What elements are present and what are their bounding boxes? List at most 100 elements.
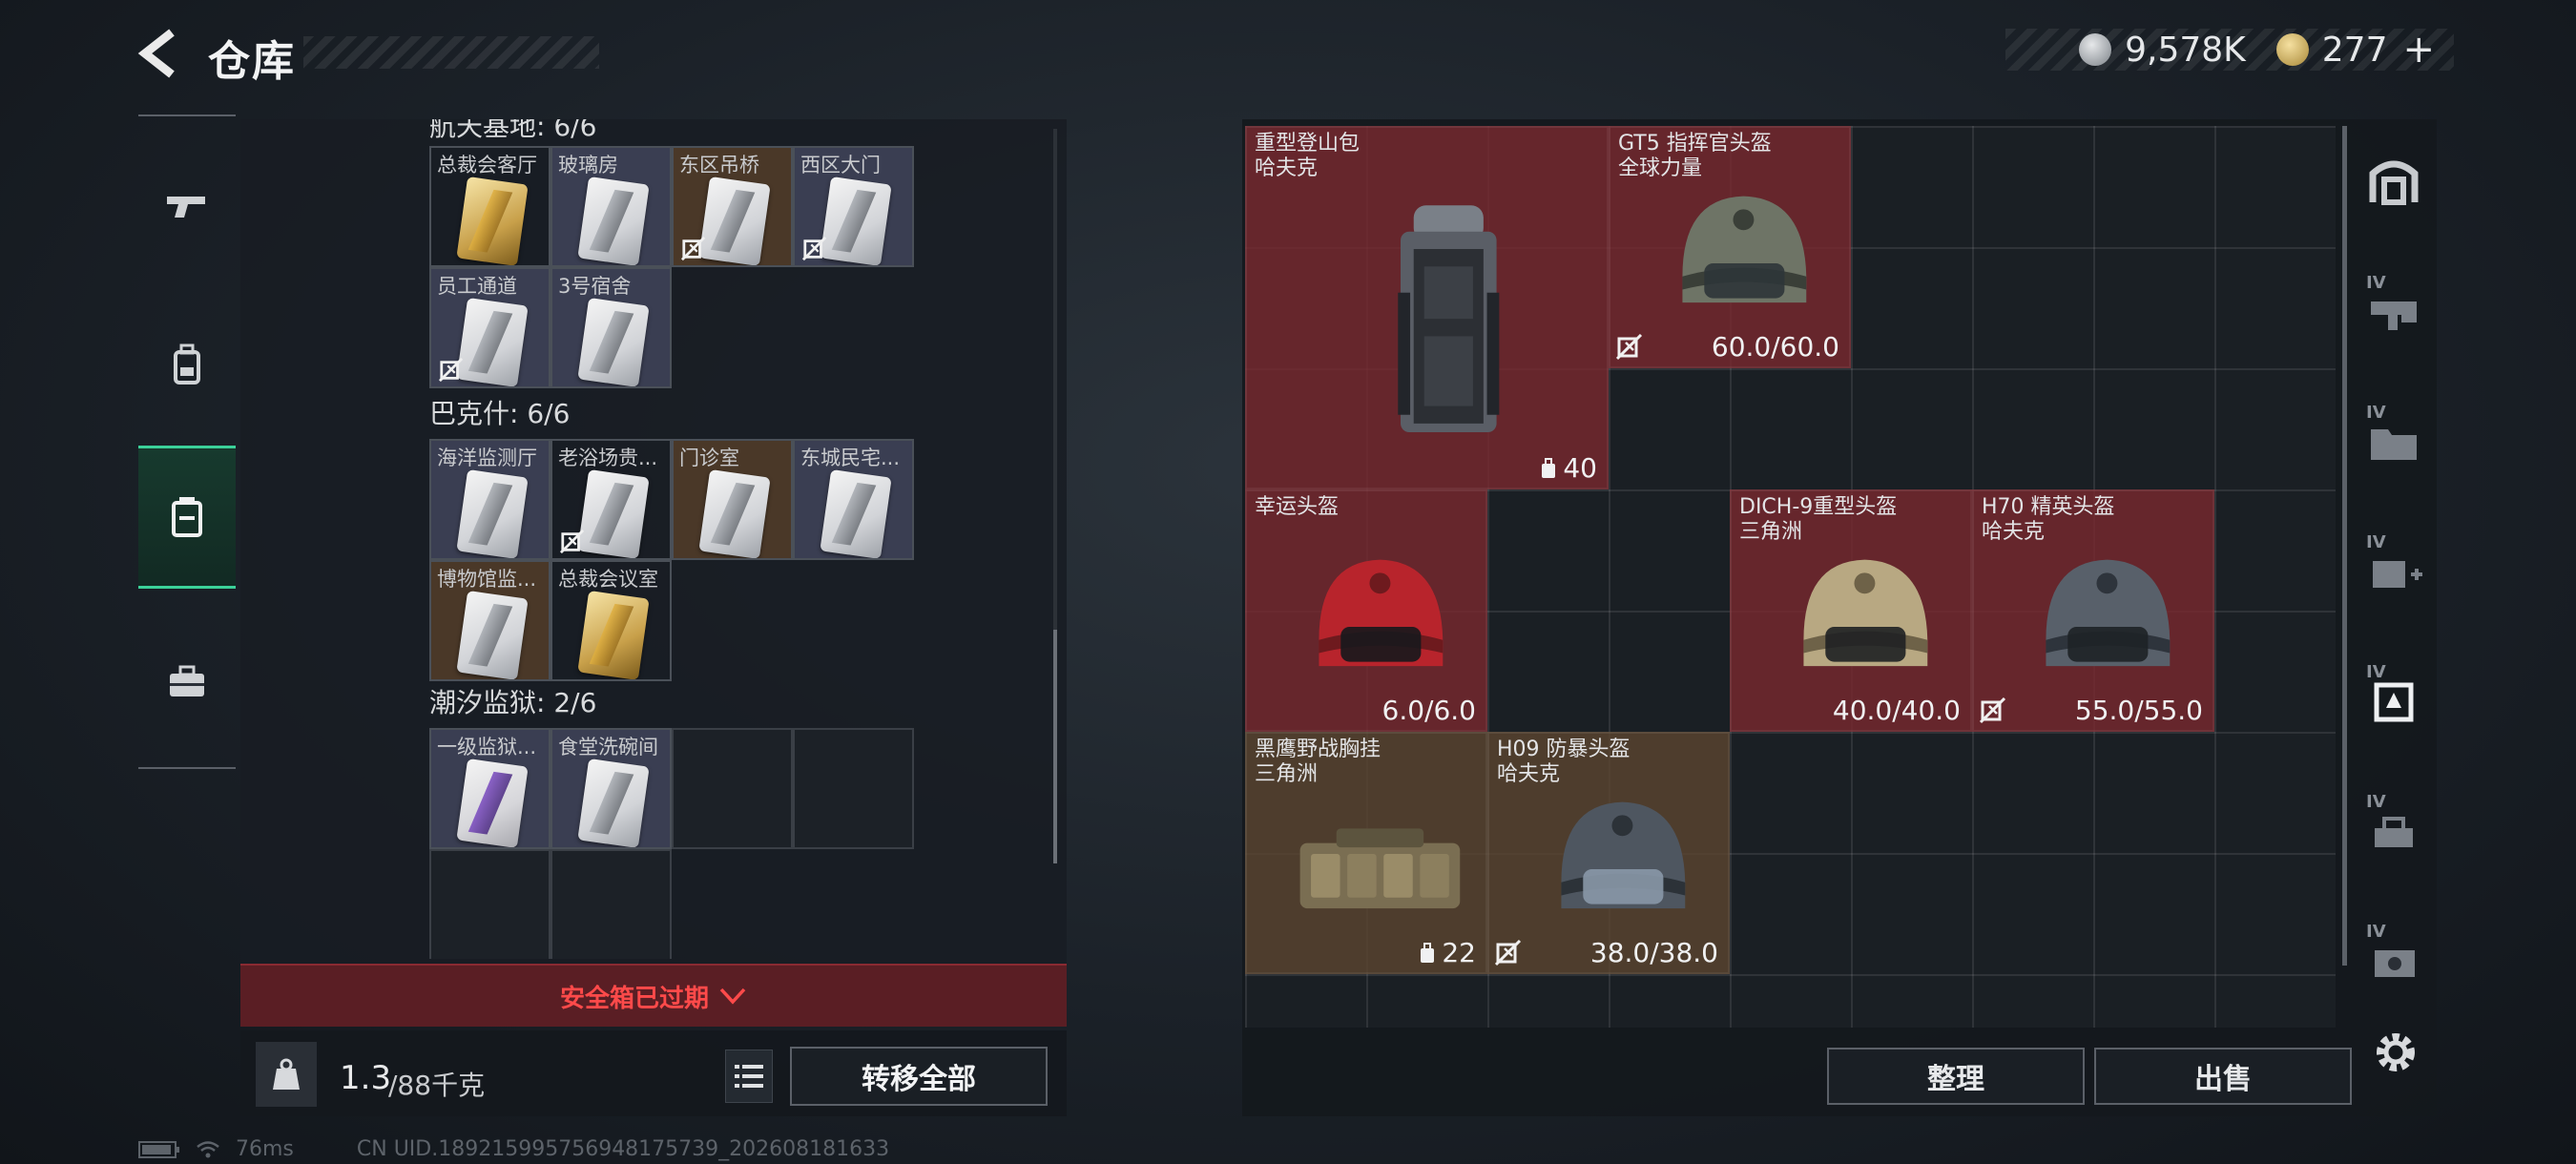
silver-coin-icon: [2079, 33, 2112, 66]
weight-max: /88千克: [388, 1070, 486, 1101]
back-button[interactable]: [134, 25, 191, 82]
add-currency-button[interactable]: +: [2402, 28, 2435, 72]
silver-currency-amount: 9,578K: [2125, 30, 2246, 70]
page-title: 仓库: [208, 37, 296, 86]
storage-level: IV: [2366, 532, 2386, 552]
inventory-item[interactable]: H09 防暴头盔 哈夫克 38.0/38.0: [1487, 732, 1730, 974]
storage-nav-tools[interactable]: IV: [2355, 773, 2433, 887]
nav-equipment[interactable]: [138, 293, 236, 436]
storage-nav-medical[interactable]: IV: [2355, 513, 2433, 628]
no-insurance-icon: [1494, 939, 1522, 967]
nav-keys[interactable]: [138, 446, 236, 589]
chevron-down-icon: [719, 987, 746, 1005]
group-title-spaceport: 航天基地: 6/6: [429, 119, 597, 142]
keycard-icon: [456, 590, 529, 679]
storage-level: IV: [2366, 273, 2386, 293]
backpack-icon: [1309, 188, 1570, 453]
keycard-icon: [577, 758, 650, 847]
inventory-item[interactable]: 幸运头盔 6.0/6.0: [1245, 489, 1487, 732]
back-arrow-icon: [137, 29, 175, 78]
item-name: 重型登山包 哈夫克: [1255, 132, 1361, 180]
safe-box-expired-banner[interactable]: 安全箱已过期: [240, 964, 1067, 1027]
backpack-icon: [174, 343, 200, 385]
no-insurance-icon: [438, 357, 464, 383]
nav-weapons[interactable]: [138, 135, 236, 279]
gold-coin-icon: [2275, 33, 2309, 66]
item-name: DICH-9重型头盔 三角洲: [1739, 495, 1898, 544]
inventory-item[interactable]: 黑鹰野战胸挂 三角洲 22: [1245, 732, 1487, 974]
storage-nav-safe-box[interactable]: [2355, 124, 2433, 239]
storage-nav-folder[interactable]: IV: [2355, 384, 2433, 498]
helmet-visor-icon: [1535, 778, 1710, 956]
inventory-item[interactable]: GT5 指挥官头盔 全球力量 60.0/60.0: [1609, 126, 1851, 368]
key-slot-label: 一级监狱...: [437, 736, 537, 759]
key-slot[interactable]: 东城民宅...: [793, 439, 914, 560]
item-name: H70 精英头盔 哈夫克: [1982, 495, 2115, 544]
no-insurance-icon: [1615, 333, 1643, 361]
capacity-icon: [1542, 457, 1556, 478]
key-slot[interactable]: 门诊室: [672, 439, 793, 560]
item-capacity-value: 40: [1563, 452, 1597, 484]
keycard-icon: [456, 758, 529, 847]
gear-icon: [2377, 1033, 2415, 1071]
item-capacity: 22: [1417, 937, 1476, 968]
tidy-button[interactable]: 整理: [1827, 1048, 2085, 1105]
helmet-tan-icon: [1777, 535, 1952, 714]
capacity-icon: [1421, 942, 1435, 963]
vault-icon: [2369, 160, 2419, 205]
item-durability: 40.0/40.0: [1832, 695, 1961, 726]
item-durability: 60.0/60.0: [1711, 331, 1839, 363]
keys-list[interactable]: 航天基地: 6/6 总裁会客厅 玻璃房 东区吊桥 西区大门 员工通道 3号宿舍 巴克什: …: [429, 119, 925, 959]
key-slot[interactable]: 3号宿舍: [551, 267, 672, 388]
empty-key-slot[interactable]: [551, 849, 672, 959]
key-slot[interactable]: 博物馆监...: [429, 560, 551, 681]
safe-box-expired-text: 安全箱已过期: [559, 984, 709, 1013]
inventory-item[interactable]: H70 精英头盔 哈夫克 55.0/55.0: [1972, 489, 2214, 732]
storage-level: IV: [2366, 792, 2386, 812]
empty-key-slot[interactable]: [672, 728, 793, 849]
nav-items[interactable]: [138, 611, 236, 754]
storage-nav-keycard[interactable]: IV: [2355, 643, 2433, 758]
inventory-item[interactable]: DICH-9重型头盔 三角洲 40.0/40.0: [1730, 489, 1972, 732]
sell-button[interactable]: 出售: [2094, 1048, 2352, 1105]
ping-value: 76ms: [236, 1137, 294, 1161]
gold-currency-amount: 277: [2321, 30, 2388, 70]
helmet-dark-icon: [2020, 535, 2194, 714]
key-slot-label: 西区大门: [800, 154, 881, 177]
keycard-icon: [577, 297, 650, 386]
key-slot[interactable]: 员工通道: [429, 267, 551, 388]
key-slot[interactable]: 东区吊桥: [672, 146, 793, 267]
key-slot[interactable]: 海洋监测厅: [429, 439, 551, 560]
key-slot[interactable]: 一级监狱...: [429, 728, 551, 849]
empty-key-slot[interactable]: [429, 849, 551, 959]
transfer-all-button[interactable]: 转移全部: [790, 1047, 1048, 1106]
keys-scrollbar-thumb[interactable]: [1053, 630, 1057, 863]
keycard-icon: [456, 468, 529, 558]
key-slot[interactable]: 食堂洗碗间: [551, 728, 672, 849]
inventory-item[interactable]: 重型登山包 哈夫克 40: [1245, 126, 1609, 489]
helmet-green-icon: [1656, 172, 1831, 350]
key-slot[interactable]: 总裁会客厅: [429, 146, 551, 267]
storage-nav-display[interactable]: IV: [2355, 903, 2433, 1017]
key-slot-label: 博物馆监...: [437, 568, 537, 591]
key-slot[interactable]: 西区大门: [793, 146, 914, 267]
key-slot[interactable]: 老浴场贵...: [551, 439, 672, 560]
weight-icon: [256, 1042, 317, 1107]
keycard-icon: [698, 176, 771, 265]
key-slot-label: 总裁会客厅: [437, 154, 537, 177]
inventory-grid[interactable]: 重型登山包 哈夫克 40 GT5 指挥官头盔 全球力量 60.0/60.0 幸运头盔…: [1245, 126, 2336, 1028]
key-slot-label: 门诊室: [679, 447, 739, 469]
empty-key-slot[interactable]: [672, 849, 793, 959]
key-slot[interactable]: 玻璃房: [551, 146, 672, 267]
key-slot[interactable]: 总裁会议室: [551, 560, 672, 681]
key-slot-label: 东区吊桥: [679, 154, 759, 177]
storage-nav-weapon-rack[interactable]: IV: [2355, 254, 2433, 368]
item-capacity-value: 22: [1442, 937, 1476, 968]
key-slot-label: 员工通道: [437, 275, 517, 298]
inventory-scrollbar-thumb[interactable]: [2342, 126, 2347, 966]
empty-key-slot[interactable]: [793, 728, 914, 849]
settings-button[interactable]: [2370, 1027, 2421, 1078]
vest-icon: [1293, 778, 1467, 956]
list-view-button[interactable]: [725, 1050, 773, 1103]
gun-icon: [167, 197, 205, 218]
